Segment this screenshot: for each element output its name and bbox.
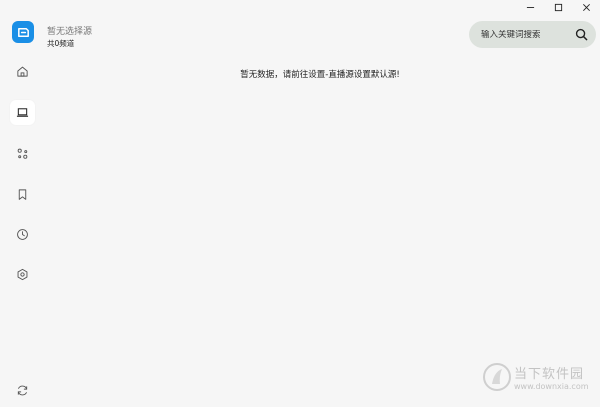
- nodes-icon: [17, 148, 28, 159]
- search-box[interactable]: [469, 21, 596, 48]
- watermark-logo-icon: [483, 363, 511, 391]
- sidebar-item-favorites[interactable]: [10, 182, 35, 207]
- search-icon[interactable]: [574, 28, 588, 42]
- close-icon: [582, 3, 590, 11]
- laptop-icon: [16, 108, 29, 117]
- sidebar-item-history[interactable]: [10, 222, 35, 247]
- maximize-button[interactable]: [544, 0, 572, 14]
- bookmark-icon: [18, 189, 27, 200]
- gear-icon: [17, 268, 28, 281]
- sidebar-item-live[interactable]: [10, 100, 35, 125]
- app-logo: [12, 21, 34, 43]
- maximize-icon: [554, 3, 562, 11]
- watermark-brand-en: www.downxia.com: [514, 382, 589, 391]
- source-title[interactable]: 暂无选择源: [47, 24, 92, 37]
- minimize-icon: [526, 6, 534, 8]
- clock-icon: [17, 229, 28, 240]
- watermark: 当下软件园 www.downxia.com: [478, 358, 598, 402]
- minimize-button[interactable]: [516, 0, 544, 14]
- search-input[interactable]: [481, 29, 574, 40]
- close-button[interactable]: [572, 0, 600, 14]
- sidebar-item-settings[interactable]: [10, 262, 35, 287]
- empty-state-message: 暂无数据，请前往设置-直播源设置默认源!: [240, 70, 400, 80]
- app-window: 暂无选择源 共0频道 暂无数据，请前往设置-直播源设置默认源! 当下软件园 ww…: [0, 0, 600, 407]
- window-controls: [516, 0, 600, 14]
- sidebar-item-refresh[interactable]: [10, 378, 35, 403]
- app-logo-icon: [17, 27, 29, 37]
- watermark-brand-cn: 当下软件园: [514, 367, 585, 382]
- sidebar-item-sources[interactable]: [10, 141, 35, 166]
- refresh-icon: [17, 385, 28, 396]
- channel-count: 共0频道: [47, 39, 75, 48]
